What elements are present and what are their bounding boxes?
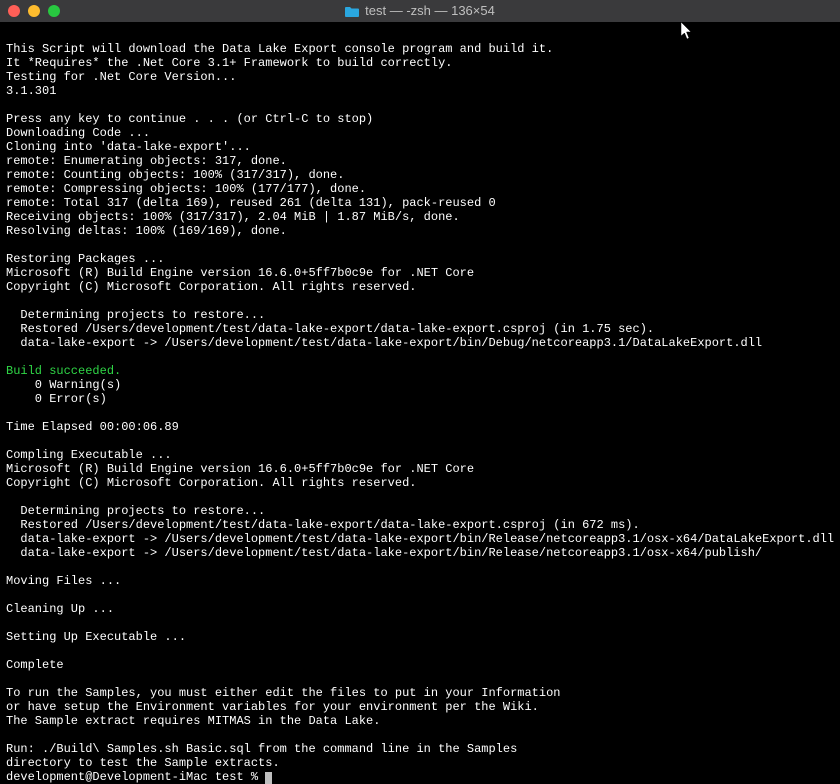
terminal-line xyxy=(6,434,834,448)
terminal-line xyxy=(6,588,834,602)
terminal-line xyxy=(6,644,834,658)
terminal-line: Copyright (C) Microsoft Corporation. All… xyxy=(6,476,834,490)
terminal-line xyxy=(6,490,834,504)
terminal-line xyxy=(6,350,834,364)
terminal-line xyxy=(6,728,834,742)
terminal-line: remote: Compressing objects: 100% (177/1… xyxy=(6,182,834,196)
terminal-line: To run the Samples, you must either edit… xyxy=(6,686,834,700)
terminal-line: 3.1.301 xyxy=(6,84,834,98)
terminal-line: Time Elapsed 00:00:06.89 xyxy=(6,420,834,434)
terminal-line xyxy=(6,28,834,42)
terminal-line: Moving Files ... xyxy=(6,574,834,588)
terminal-output[interactable]: This Script will download the Data Lake … xyxy=(0,22,840,784)
terminal-line: remote: Total 317 (delta 169), reused 26… xyxy=(6,196,834,210)
terminal-prompt[interactable]: development@Development-iMac test % xyxy=(6,770,834,784)
terminal-line: remote: Counting objects: 100% (317/317)… xyxy=(6,168,834,182)
terminal-line: Cloning into 'data-lake-export'... xyxy=(6,140,834,154)
terminal-line: It *Requires* the .Net Core 3.1+ Framewo… xyxy=(6,56,834,70)
terminal-line: Restoring Packages ... xyxy=(6,252,834,266)
terminal-line: 0 Warning(s) xyxy=(6,378,834,392)
terminal-line: 0 Error(s) xyxy=(6,392,834,406)
terminal-line: directory to test the Sample extracts. xyxy=(6,756,834,770)
window-title: test — -zsh — 136×54 xyxy=(365,4,495,18)
terminal-line: Restored /Users/development/test/data-la… xyxy=(6,322,834,336)
terminal-line: The Sample extract requires MITMAS in th… xyxy=(6,714,834,728)
terminal-line: Complete xyxy=(6,658,834,672)
terminal-line xyxy=(6,616,834,630)
terminal-line xyxy=(6,672,834,686)
terminal-line: This Script will download the Data Lake … xyxy=(6,42,834,56)
terminal-line xyxy=(6,98,834,112)
terminal-line xyxy=(6,238,834,252)
terminal-line: Downloading Code ... xyxy=(6,126,834,140)
terminal-line: Press any key to continue . . . (or Ctrl… xyxy=(6,112,834,126)
terminal-line: data-lake-export -> /Users/development/t… xyxy=(6,546,834,560)
terminal-line: Determining projects to restore... xyxy=(6,308,834,322)
terminal-line: Microsoft (R) Build Engine version 16.6.… xyxy=(6,462,834,476)
terminal-line: data-lake-export -> /Users/development/t… xyxy=(6,336,834,350)
terminal-line: Cleaning Up ... xyxy=(6,602,834,616)
traffic-lights xyxy=(8,5,60,17)
terminal-line: Determining projects to restore... xyxy=(6,504,834,518)
terminal-line: Restored /Users/development/test/data-la… xyxy=(6,518,834,532)
terminal-line: or have setup the Environment variables … xyxy=(6,700,834,714)
titlebar[interactable]: test — -zsh — 136×54 xyxy=(0,0,840,22)
terminal-line: Build succeeded. xyxy=(6,364,834,378)
terminal-line: data-lake-export -> /Users/development/t… xyxy=(6,532,834,546)
terminal-line: Setting Up Executable ... xyxy=(6,630,834,644)
terminal-line: Compling Executable ... xyxy=(6,448,834,462)
terminal-line: Run: ./Build\ Samples.sh Basic.sql from … xyxy=(6,742,834,756)
zoom-icon[interactable] xyxy=(48,5,60,17)
close-icon[interactable] xyxy=(8,5,20,17)
terminal-line: Resolving deltas: 100% (169/169), done. xyxy=(6,224,834,238)
text-cursor xyxy=(265,772,272,784)
terminal-line: Receiving objects: 100% (317/317), 2.04 … xyxy=(6,210,834,224)
terminal-line xyxy=(6,294,834,308)
terminal-line: Testing for .Net Core Version... xyxy=(6,70,834,84)
title-wrap: test — -zsh — 136×54 xyxy=(0,4,840,18)
terminal-line: Copyright (C) Microsoft Corporation. All… xyxy=(6,280,834,294)
terminal-line: Microsoft (R) Build Engine version 16.6.… xyxy=(6,266,834,280)
terminal-line xyxy=(6,560,834,574)
folder-icon xyxy=(345,6,359,17)
terminal-line xyxy=(6,406,834,420)
terminal-line: remote: Enumerating objects: 317, done. xyxy=(6,154,834,168)
prompt-text: development@Development-iMac test % xyxy=(6,770,265,784)
minimize-icon[interactable] xyxy=(28,5,40,17)
